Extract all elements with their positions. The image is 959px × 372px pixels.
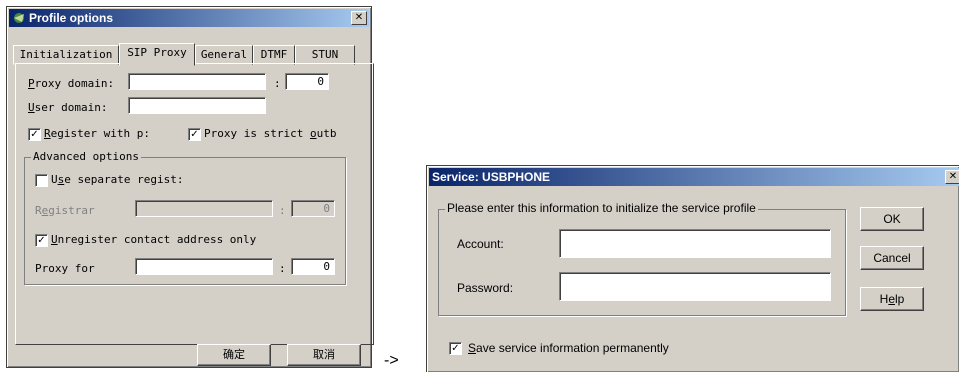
save-permanently-checkbox[interactable]: ✓ [449, 342, 462, 355]
service-help-button[interactable]: Help [860, 287, 924, 311]
register-with-proxy-checkbox[interactable]: ✓ [28, 128, 41, 141]
service-ok-button[interactable]: OK [860, 207, 924, 231]
proxy-for-input[interactable] [135, 258, 273, 275]
advanced-options-title: Advanced options [31, 150, 141, 163]
use-separate-registrar-label: Use separate regist: [51, 173, 184, 186]
cancel-button[interactable]: 取消 [287, 344, 361, 366]
unregister-contact-checkbox[interactable]: ✓ [35, 234, 48, 247]
tab-initialization[interactable]: Initialization [13, 45, 119, 65]
proxy-for-port-input[interactable]: 0 [291, 258, 335, 275]
proxy-domain-input[interactable] [128, 73, 266, 90]
registrar-label: Registrar [35, 204, 95, 217]
save-permanently-label: Save service information permanently [468, 341, 669, 355]
proxy-domain-label-text: roxy domain: [34, 77, 115, 90]
proxy-for-label: Proxy for [35, 262, 95, 275]
user-domain-input[interactable] [128, 97, 266, 114]
tab-sip-proxy[interactable]: SIP Proxy [119, 43, 195, 66]
port-separator: : [274, 77, 281, 90]
proxy-strict-checkbox[interactable]: ✓ [188, 128, 201, 141]
unregister-contact-label: Unregister contact address only [51, 233, 257, 246]
account-input[interactable] [559, 229, 831, 258]
ok-button[interactable]: 确定 [197, 344, 271, 366]
service-dialog: Service: USBPHONE ✕ Please enter this in… [426, 165, 959, 372]
profile-title: Profile options [29, 11, 113, 25]
registrar-port-input[interactable]: 0 [291, 200, 335, 217]
sip-proxy-panel: Proxy domain: : 0 User domain: ✓ Registe… [15, 63, 374, 345]
register-with-proxy-label: Register with p: [44, 127, 150, 140]
registrar-port-separator: : [279, 204, 286, 217]
service-info-title: Please enter this information to initial… [445, 201, 758, 215]
service-info-group: Please enter this information to initial… [438, 201, 846, 316]
account-label: Account: [457, 237, 504, 251]
use-separate-registrar-checkbox[interactable] [35, 174, 48, 187]
close-icon[interactable]: ✕ [945, 170, 959, 184]
proxy-domain-label: Proxy domain: [28, 77, 115, 90]
profile-options-dialog: Profile options ✕ Initialization SIP Pro… [6, 6, 374, 368]
proxy-port-input[interactable]: 0 [285, 73, 329, 90]
transition-arrow: -> [384, 352, 399, 369]
password-label: Password: [457, 281, 514, 295]
close-icon[interactable]: ✕ [351, 11, 367, 25]
tab-stun[interactable]: STUN [295, 45, 355, 65]
advanced-options-group: Advanced options Use separate regist: Re… [24, 150, 346, 285]
registrar-input[interactable] [135, 200, 273, 217]
proxy-strict-label: Proxy is strict outb [204, 127, 337, 140]
tab-general[interactable]: General [195, 45, 253, 65]
profile-titlebar[interactable]: Profile options ✕ [9, 9, 369, 27]
proxy-for-port-separator: : [279, 262, 286, 275]
service-titlebar[interactable]: Service: USBPHONE ✕ [429, 168, 959, 186]
service-cancel-button[interactable]: Cancel [860, 246, 924, 270]
password-input[interactable] [559, 272, 831, 301]
tab-dtmf[interactable]: DTMF [253, 45, 295, 65]
app-icon [14, 13, 24, 23]
user-domain-label: User domain: [28, 101, 108, 114]
service-title: Service: USBPHONE [432, 170, 551, 184]
